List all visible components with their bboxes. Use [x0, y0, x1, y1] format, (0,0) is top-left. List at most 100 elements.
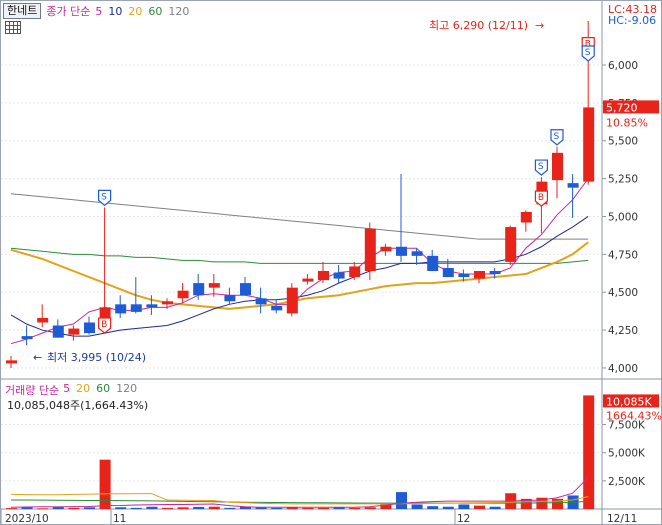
volume-bar — [474, 505, 485, 509]
x-axis-label: 2023/10 — [5, 513, 49, 525]
volume-bar — [318, 507, 329, 509]
volume-bar — [162, 507, 173, 509]
candle-up — [349, 266, 361, 278]
volume-ma-period-list: 5 20 60 120 — [63, 382, 137, 398]
candle-down — [427, 255, 439, 271]
price-tick-label: 4,250 — [608, 325, 638, 337]
price-tick-label: 5,500 — [608, 136, 638, 148]
x-axis-label: 12 — [457, 513, 470, 525]
candle-up — [37, 317, 49, 323]
ma60-line — [10, 247, 589, 264]
current-price-change: 10.85% — [606, 116, 648, 129]
volume-tick-label: 5,000K — [608, 448, 646, 460]
volume-tick-label: 2,500K — [608, 476, 646, 488]
x-axis-label: 11 — [113, 513, 126, 525]
candle-up — [505, 227, 517, 262]
candle-up — [552, 152, 563, 181]
volume-bar — [208, 506, 220, 509]
price-tick-label: 5,250 — [608, 174, 638, 186]
buy-signal-marker-label: B — [101, 320, 107, 330]
candle-down — [255, 298, 267, 305]
volume-bar — [193, 506, 205, 509]
volume-bar — [458, 504, 470, 509]
volume-bar — [396, 492, 407, 509]
candle-down — [411, 251, 423, 256]
volume-title: 거래량 단순 — [5, 384, 60, 397]
candle-down — [271, 305, 283, 311]
sell-signal-marker-label: S — [585, 48, 591, 58]
volume-bar — [583, 395, 595, 509]
candle-down — [115, 304, 127, 314]
ma5-line — [10, 178, 589, 345]
candle-down — [396, 246, 407, 256]
candle-up — [583, 107, 595, 182]
high-price-arrow: → — [535, 19, 544, 32]
candle-up — [520, 211, 532, 223]
volume-header: 거래량 단순 5 20 60 120 — [5, 382, 137, 398]
volume-ma-period-120[interactable]: 120 — [116, 382, 137, 398]
candle-down — [489, 270, 501, 275]
volume-bar — [21, 507, 33, 509]
volume-bar — [349, 507, 361, 509]
candle-down — [52, 325, 64, 338]
price-tick-label: 4,500 — [608, 287, 638, 299]
low-price-label: 최저 3,995 (10/24) — [47, 351, 146, 364]
stock-chart-window: 한네트 종가 단순 5 10 20 60 120 LC:43.18 HC:-9.06 6… — [0, 0, 662, 525]
candle-up — [208, 283, 220, 288]
price-tick-label: 4,750 — [608, 249, 638, 261]
buy-signal-marker-label: B — [538, 193, 544, 203]
current-volume-value: 10,085K — [606, 395, 652, 408]
volume-bar — [364, 507, 376, 509]
volume-ma-period-5[interactable]: 5 — [63, 382, 70, 398]
volume-bar — [224, 507, 236, 509]
price-tick-label: 4,000 — [608, 363, 638, 375]
volume-bar — [68, 507, 80, 509]
sell-signal-marker-label: S — [101, 192, 107, 202]
ma20-line — [10, 241, 589, 310]
volume-bar — [37, 508, 49, 510]
price-volume-chart[interactable]: 6,0005,7505,5005,2505,0004,7504,5004,250… — [1, 1, 662, 525]
high-price-label: 최고 6,290 (12/11) — [429, 19, 528, 32]
candle-down — [442, 267, 454, 278]
volume-info: 10,085,048주(1,664.43%) — [7, 399, 149, 412]
candle-up — [162, 301, 173, 305]
volume-bar — [115, 507, 127, 509]
candle-down — [224, 295, 236, 302]
volume-bar — [146, 506, 158, 509]
volume-bar — [302, 507, 314, 509]
candle-down — [146, 304, 158, 308]
candle-down — [240, 283, 251, 296]
price-tick-label: 6,000 — [608, 60, 638, 72]
volume-bar — [84, 507, 95, 509]
candle-down — [193, 283, 205, 296]
candle-down — [458, 274, 470, 278]
candle-down — [567, 183, 579, 188]
candle-down — [84, 322, 95, 334]
volume-bar — [489, 506, 501, 509]
current-volume-change: 1664.43% — [606, 409, 662, 422]
low-price-arrow: ← — [33, 351, 42, 364]
candle-up — [380, 246, 392, 252]
current-price-value: 5,720 — [606, 101, 638, 114]
sell-signal-marker-label: S — [538, 162, 544, 172]
candle-up — [364, 228, 376, 271]
candle-up — [318, 270, 329, 281]
candle-up — [474, 270, 485, 279]
volume-bar — [99, 459, 111, 509]
volume-bar — [411, 504, 423, 509]
candle-up — [302, 278, 314, 282]
x-axis-label: 12/11 — [607, 513, 637, 525]
volume-ma-period-60[interactable]: 60 — [96, 382, 110, 398]
volume-bar — [427, 506, 439, 509]
candle-up — [177, 290, 189, 299]
volume-bar — [6, 508, 17, 510]
candle-up — [68, 328, 80, 335]
candle-up — [286, 287, 298, 314]
volume-bar — [130, 507, 142, 509]
sell-signal-marker-label: S — [554, 132, 560, 142]
candle-down — [21, 336, 33, 340]
volume-ma-period-20[interactable]: 20 — [76, 382, 90, 398]
volume-bar — [271, 507, 283, 509]
candle-down — [130, 304, 142, 312]
price-tick-label: 5,000 — [608, 211, 638, 223]
